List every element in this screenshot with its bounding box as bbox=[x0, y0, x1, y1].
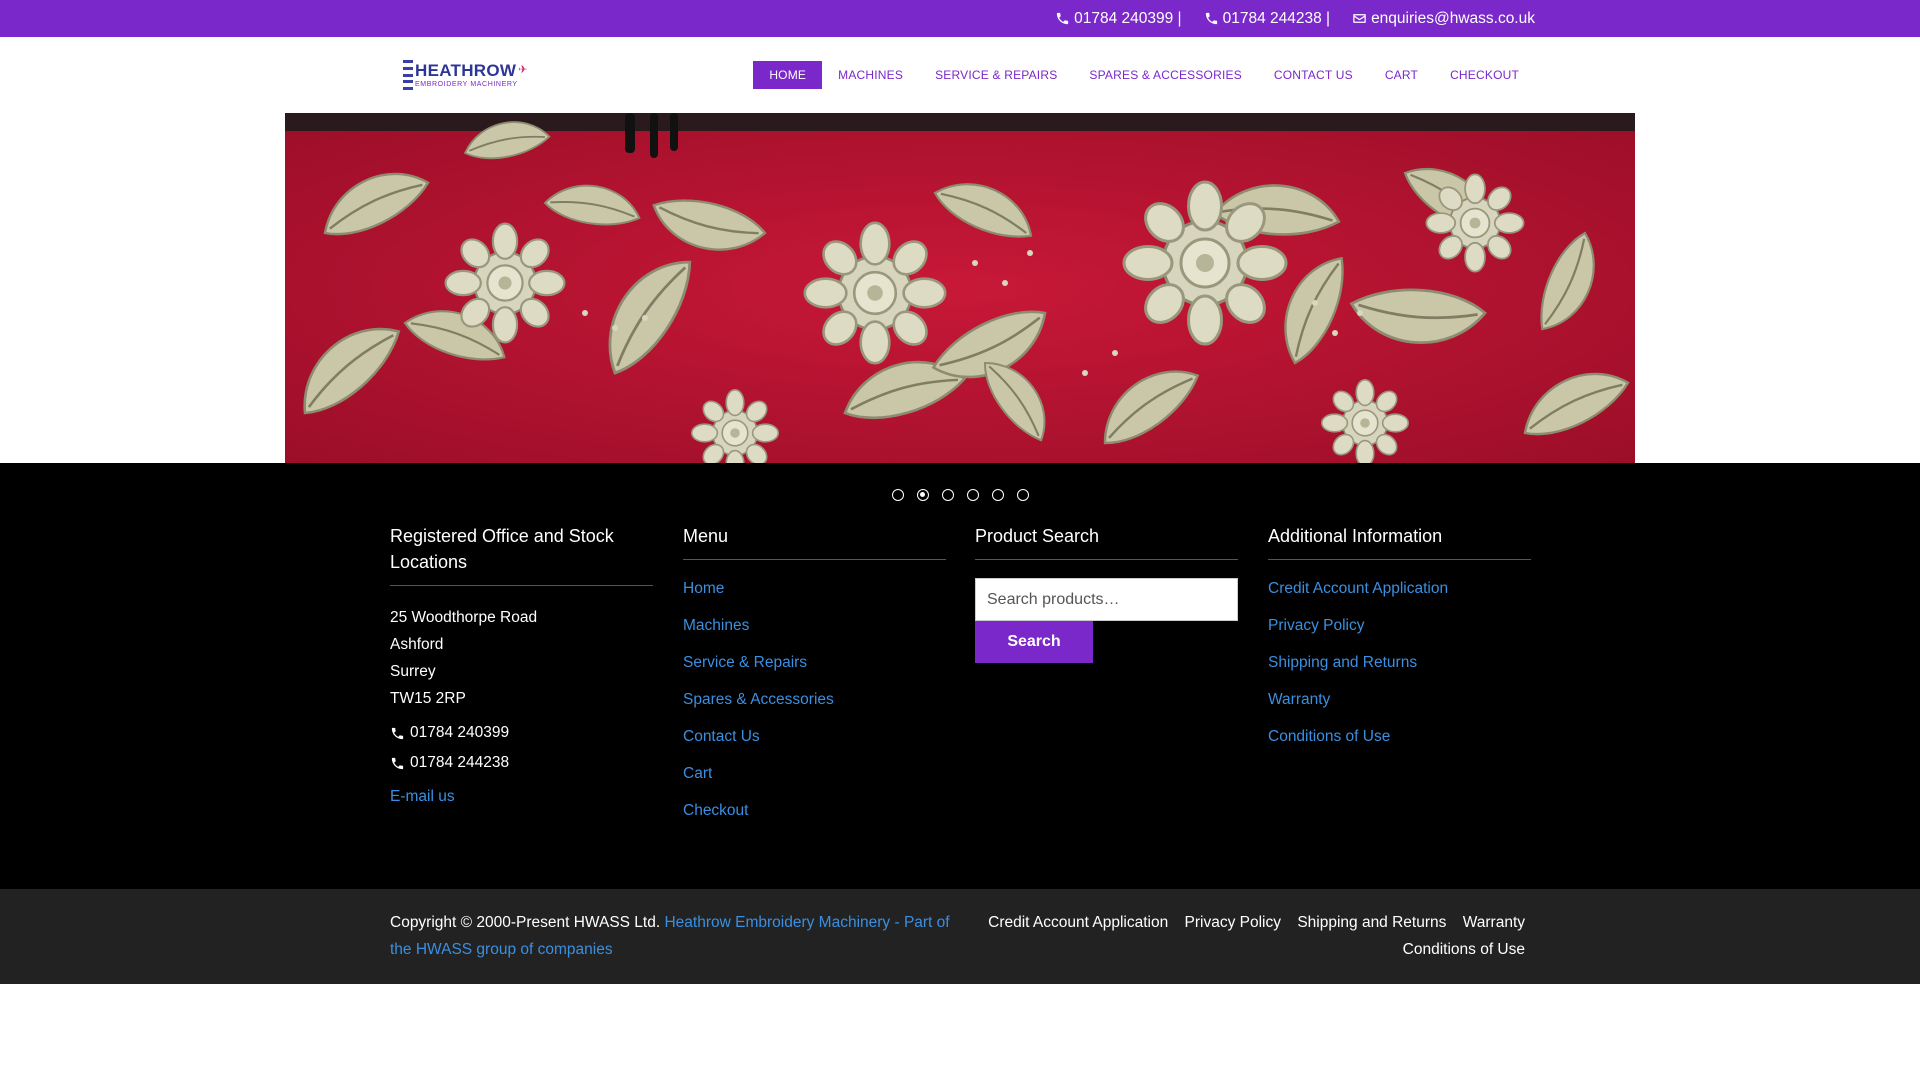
list-item: Conditions of Use bbox=[1268, 726, 1531, 748]
slider-dot-3[interactable] bbox=[941, 489, 954, 501]
hero-slide-image bbox=[285, 113, 1635, 463]
topbar-phone-1-text: 01784 240399 | bbox=[1074, 9, 1182, 27]
list-item: Warranty bbox=[1268, 689, 1531, 711]
main-nav: HOME MACHINES SERVICE & REPAIRS SPARES &… bbox=[753, 61, 1535, 89]
slider-dot-4[interactable] bbox=[966, 489, 979, 501]
info-shipping-returns-link[interactable]: Shipping and Returns bbox=[1268, 654, 1417, 671]
address-line-3: Surrey bbox=[390, 663, 436, 680]
list-item: Spares & Accessories bbox=[683, 689, 946, 711]
bottom-privacy-policy-link[interactable]: Privacy Policy bbox=[1185, 914, 1281, 931]
phone-icon bbox=[391, 727, 404, 739]
top-contact-bar: 01784 240399 | 01784 244238 | enquiries@… bbox=[0, 0, 1920, 37]
office-phone-2-text: 01784 244238 bbox=[410, 754, 510, 771]
copyright-text: Copyright © 2000-Present HWASS Ltd. bbox=[390, 914, 665, 931]
office-address: 25 Woodthorpe Road Ashford Surrey TW15 2… bbox=[390, 604, 653, 712]
nav-item-home[interactable]: HOME bbox=[753, 61, 823, 89]
topbar-phone-2[interactable]: 01784 244238 | bbox=[1204, 10, 1330, 28]
bottom-links: Credit Account Application Privacy Polic… bbox=[935, 909, 1525, 963]
additional-info-heading: Additional Information bbox=[1268, 523, 1531, 560]
nav-item-checkout[interactable]: CHECKOUT bbox=[1434, 61, 1535, 89]
slider-dot-1[interactable] bbox=[891, 489, 904, 501]
info-privacy-policy-link[interactable]: Privacy Policy bbox=[1268, 617, 1364, 634]
list-item: Credit Account Application bbox=[1268, 578, 1531, 600]
phone-icon bbox=[391, 757, 404, 769]
footer-menu-checkout[interactable]: Checkout bbox=[683, 802, 748, 819]
address-line-1: 25 Woodthorpe Road bbox=[390, 609, 538, 626]
footer-search-column: Product Search Search products… Search bbox=[975, 523, 1238, 663]
copyright: Copyright © 2000-Present HWASS Ltd. Heat… bbox=[390, 909, 950, 963]
phone-icon bbox=[1057, 12, 1069, 25]
phone-icon bbox=[1205, 12, 1217, 25]
slider-dot-6[interactable] bbox=[1016, 489, 1029, 501]
slider-dot-5[interactable] bbox=[991, 489, 1004, 501]
nav-item-contact-us[interactable]: CONTACT US bbox=[1258, 61, 1369, 89]
search-button[interactable]: Search bbox=[975, 621, 1093, 663]
office-phone-2[interactable]: 01784 244238 bbox=[390, 754, 653, 772]
topbar-email-text: enquiries@hwass.co.uk bbox=[1371, 9, 1535, 27]
address-line-4: TW15 2RP bbox=[390, 690, 466, 707]
nav-item-machines[interactable]: MACHINES bbox=[822, 61, 919, 89]
list-item: Cart bbox=[683, 763, 946, 785]
slider-dot-2[interactable] bbox=[916, 489, 929, 501]
nav-item-service-repairs[interactable]: SERVICE & REPAIRS bbox=[919, 61, 1073, 89]
site-footer: Registered Office and Stock Locations 25… bbox=[0, 463, 1920, 889]
address-line-2: Ashford bbox=[390, 636, 444, 653]
logo-bars-icon bbox=[403, 60, 413, 90]
bottom-credit-account-link[interactable]: Credit Account Application bbox=[988, 914, 1168, 931]
plane-icon: ✈ bbox=[518, 64, 528, 76]
list-item: Privacy Policy bbox=[1268, 615, 1531, 637]
bottom-warranty-link[interactable]: Warranty bbox=[1463, 914, 1525, 931]
list-item: Contact Us bbox=[683, 726, 946, 748]
footer-menu-list: Home Machines Service & Repairs Spares &… bbox=[683, 578, 946, 822]
menu-heading: Menu bbox=[683, 523, 946, 560]
slider-pagination bbox=[0, 489, 1920, 501]
footer-menu-home[interactable]: Home bbox=[683, 580, 724, 597]
footer-menu-column: Menu Home Machines Service & Repairs Spa… bbox=[683, 523, 946, 837]
footer-office-column: Registered Office and Stock Locations 25… bbox=[390, 523, 653, 806]
office-heading: Registered Office and Stock Locations bbox=[390, 523, 653, 586]
topbar-phone-2-text: 01784 244238 | bbox=[1222, 9, 1331, 27]
list-item: Home bbox=[683, 578, 946, 600]
footer-info-list: Credit Account Application Privacy Polic… bbox=[1268, 578, 1531, 748]
site-logo[interactable]: HEATHROW ✈ EMBROIDERY MACHINERY bbox=[403, 60, 528, 90]
bottom-shipping-returns-link[interactable]: Shipping and Returns bbox=[1297, 914, 1446, 931]
envelope-icon bbox=[1353, 14, 1366, 23]
footer-menu-service-repairs[interactable]: Service & Repairs bbox=[683, 654, 807, 671]
product-search-input[interactable]: Search products… bbox=[975, 578, 1238, 621]
office-phone-1[interactable]: 01784 240399 bbox=[390, 724, 653, 742]
footer-menu-machines[interactable]: Machines bbox=[683, 617, 749, 634]
nav-item-spares-accessories[interactable]: SPARES & ACCESSORIES bbox=[1073, 61, 1258, 89]
logo-main-row: HEATHROW ✈ bbox=[415, 62, 527, 79]
info-conditions-link[interactable]: Conditions of Use bbox=[1268, 728, 1390, 745]
info-credit-account-link[interactable]: Credit Account Application bbox=[1268, 580, 1448, 597]
info-warranty-link[interactable]: Warranty bbox=[1268, 691, 1330, 708]
logo-sub-text: EMBROIDERY MACHINERY bbox=[415, 81, 518, 88]
list-item: Service & Repairs bbox=[683, 652, 946, 674]
logo-text: HEATHROW ✈ EMBROIDERY MACHINERY bbox=[415, 62, 527, 88]
embroidery-image bbox=[285, 113, 1635, 463]
list-item: Shipping and Returns bbox=[1268, 652, 1531, 674]
bottom-bar: Copyright © 2000-Present HWASS Ltd. Heat… bbox=[0, 889, 1920, 984]
topbar-email[interactable]: enquiries@hwass.co.uk bbox=[1352, 10, 1535, 28]
site-header: HEATHROW ✈ EMBROIDERY MACHINERY HOME MAC… bbox=[0, 37, 1920, 113]
footer-menu-cart[interactable]: Cart bbox=[683, 765, 712, 782]
footer-menu-contact-us[interactable]: Contact Us bbox=[683, 728, 760, 745]
footer-info-column: Additional Information Credit Account Ap… bbox=[1268, 523, 1531, 763]
email-us-link[interactable]: E-mail us bbox=[390, 788, 653, 806]
topbar-phone-1[interactable]: 01784 240399 | bbox=[1055, 9, 1182, 28]
product-search-heading: Product Search bbox=[975, 523, 1238, 560]
list-item: Machines bbox=[683, 615, 946, 637]
list-item: Checkout bbox=[683, 800, 946, 822]
bottom-conditions-link[interactable]: Conditions of Use bbox=[1403, 941, 1525, 958]
nav-item-cart[interactable]: CART bbox=[1369, 61, 1434, 89]
office-phone-1-text: 01784 240399 bbox=[410, 724, 510, 741]
logo-main-text: HEATHROW bbox=[415, 61, 517, 80]
footer-menu-spares-accessories[interactable]: Spares & Accessories bbox=[683, 691, 834, 708]
